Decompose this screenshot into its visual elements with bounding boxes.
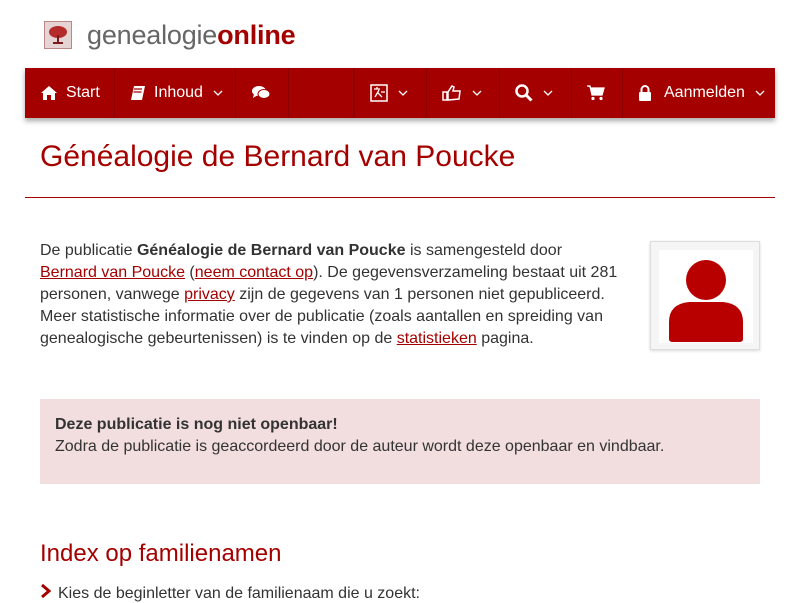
- avatar-frame: [659, 250, 753, 343]
- site-logo[interactable]: genealogieonline: [44, 19, 296, 51]
- search-icon: [515, 84, 533, 102]
- publication-name: Généalogie de Bernard van Poucke: [136, 242, 406, 259]
- chevron-down-icon: [472, 90, 482, 96]
- nav-forum[interactable]: [236, 68, 289, 118]
- chevron-right-icon: [40, 583, 52, 603]
- intro-text: pagina.: [476, 330, 534, 347]
- home-icon: [40, 85, 58, 101]
- page-title: Généalogie de Bernard van Poucke: [40, 140, 516, 173]
- logo-text-part1: genealogie: [87, 19, 218, 50]
- surname-index-title: Index op familienamen: [40, 540, 282, 567]
- translate-icon: [370, 84, 388, 102]
- statistics-link[interactable]: statistieken: [397, 330, 477, 347]
- page-header: Généalogie de Bernard van Poucke: [25, 138, 775, 198]
- comments-icon: [251, 85, 271, 101]
- nav-login[interactable]: Aanmelden: [623, 68, 775, 118]
- nav-start[interactable]: Start: [25, 68, 115, 118]
- intro-text: De publicatie: [40, 242, 137, 259]
- chevron-down-icon: [543, 90, 553, 96]
- alert-body: Zodra de publicatie is geaccordeerd door…: [55, 438, 665, 455]
- privacy-link[interactable]: privacy: [184, 286, 235, 303]
- nav-like[interactable]: [427, 68, 500, 118]
- contact-link[interactable]: neem contact op: [195, 264, 313, 281]
- author-avatar[interactable]: [650, 241, 760, 350]
- book-icon: [130, 85, 146, 101]
- surname-index-instruction: Kies de beginletter van de familienaam d…: [40, 583, 420, 603]
- chevron-down-icon: [398, 90, 408, 96]
- tree-icon: [44, 21, 72, 49]
- not-public-alert: Deze publicatie is nog niet openbaar! Zo…: [40, 399, 760, 484]
- author-link[interactable]: Bernard van Poucke: [40, 264, 185, 281]
- nav-language[interactable]: [354, 68, 427, 118]
- main-navbar: Start Inhoud Aanmelden: [25, 68, 775, 118]
- publication-intro: De publicatie Généalogie de Bernard van …: [40, 240, 625, 350]
- thumbs-up-icon: [442, 85, 462, 101]
- lock-icon: [638, 85, 652, 101]
- chevron-down-icon: [755, 90, 765, 96]
- nav-spacer: [289, 68, 354, 118]
- chevron-down-icon: [213, 90, 223, 96]
- cart-icon: [587, 85, 605, 101]
- logo-text: genealogieonline: [87, 19, 296, 51]
- user-icon: [659, 260, 753, 347]
- nav-login-label: Aanmelden: [664, 84, 745, 101]
- nav-start-label: Start: [66, 84, 100, 101]
- nav-cart[interactable]: [572, 68, 623, 118]
- nav-inhoud-label: Inhoud: [154, 84, 203, 101]
- intro-text: (: [184, 264, 195, 281]
- nav-search[interactable]: [500, 68, 572, 118]
- alert-title: Deze publicatie is nog niet openbaar!: [55, 416, 338, 433]
- intro-text: is samengesteld door: [405, 242, 563, 259]
- logo-text-part2: online: [217, 19, 296, 50]
- nav-inhoud[interactable]: Inhoud: [115, 68, 236, 118]
